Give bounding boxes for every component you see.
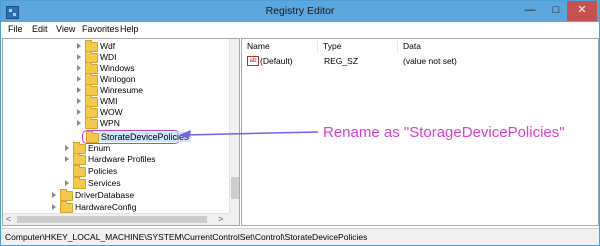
expand-arrow-icon[interactable] [77, 120, 81, 126]
registry-editor-window: Registry Editor — □ ✕ File Edit View Fav… [0, 0, 600, 246]
column-header-type[interactable]: Type [318, 41, 398, 53]
expand-arrow-icon[interactable] [52, 204, 56, 210]
folder-icon [73, 165, 86, 177]
string-value-icon: ab [247, 56, 259, 66]
tree-item-label: DriverDatabase [75, 190, 135, 200]
folder-icon [86, 131, 99, 143]
tree-item-label: Services [88, 178, 121, 188]
tree-item-label: Winlogon [100, 74, 136, 84]
column-header-name[interactable]: Name [242, 41, 318, 53]
tree-item-label: Hardware Profiles [88, 154, 156, 164]
tree-item-label: WDI [100, 52, 117, 62]
expand-arrow-icon[interactable] [65, 145, 69, 151]
folder-icon [85, 117, 98, 129]
maximize-button[interactable]: □ [543, 1, 569, 21]
registry-tree-pane[interactable]: Wdf WDI Windows Winlogon Winresume WMI W… [2, 38, 240, 226]
title-bar[interactable]: Registry Editor — □ ✕ [1, 1, 599, 22]
tree-item-label: Enum [88, 143, 111, 153]
tree-horizontal-scroll-thumb[interactable] [17, 216, 207, 223]
expand-arrow-icon[interactable] [65, 180, 69, 186]
tree-item-label: WPN [100, 118, 120, 128]
value-name: (Default) [260, 56, 293, 66]
value-type: REG_SZ [324, 56, 359, 66]
minimize-button[interactable]: — [517, 1, 543, 21]
scroll-left-arrow-icon[interactable]: < [6, 214, 11, 225]
expand-arrow-icon[interactable] [77, 87, 81, 93]
tree-item-label: WMI [100, 96, 118, 106]
menu-bar: File Edit View Favorites Help [1, 22, 599, 37]
tree-vertical-scrollbar[interactable] [229, 39, 239, 213]
expand-arrow-icon[interactable] [77, 98, 81, 104]
status-bar: Computer\HKEY_LOCAL_MACHINE\SYSTEM\Curre… [1, 228, 599, 245]
menu-help[interactable]: Help [120, 24, 139, 34]
folder-icon [73, 153, 86, 165]
tree-item-label: Windows [100, 63, 135, 73]
close-button[interactable]: ✕ [567, 1, 597, 21]
value-row[interactable]: ab (Default) REG_SZ (value not set) [242, 56, 592, 68]
expand-arrow-icon[interactable] [52, 192, 56, 198]
tree-item-label: Policies [88, 166, 118, 176]
tree-vertical-scroll-thumb[interactable] [231, 177, 239, 199]
tree-item-storatedevicepolicies[interactable]: StorateDevicePolicies [82, 130, 191, 144]
menu-view[interactable]: View [56, 24, 75, 34]
expand-arrow-icon[interactable] [65, 156, 69, 162]
expand-arrow-icon[interactable] [77, 43, 81, 49]
scrollbar-corner [229, 213, 239, 225]
menu-favorites[interactable]: Favorites [82, 24, 119, 34]
column-header-data[interactable]: Data [398, 41, 518, 53]
menu-edit[interactable]: Edit [32, 24, 48, 34]
expand-arrow-icon[interactable] [77, 76, 81, 82]
annotation-text: Rename as "StorageDevicePolicies" [323, 124, 565, 141]
expand-arrow-icon[interactable] [77, 54, 81, 60]
folder-icon [73, 177, 86, 189]
tree-item-label: WOW [100, 107, 123, 117]
menu-file[interactable]: File [8, 24, 23, 34]
scroll-right-arrow-icon[interactable]: > [218, 214, 223, 225]
window-title: Registry Editor [265, 5, 335, 17]
tree-item-label: Winresume [100, 85, 143, 95]
expand-arrow-icon[interactable] [77, 109, 81, 115]
tree-item-label: HardwareConfig [75, 202, 137, 212]
tree-horizontal-scrollbar[interactable]: < > [3, 213, 229, 225]
tree-item-label: StorateDevicePolicies [99, 132, 191, 142]
registry-path-text: Computer\HKEY_LOCAL_MACHINE\SYSTEM\Curre… [5, 232, 368, 242]
value-data: (value not set) [403, 56, 457, 66]
folder-icon [60, 201, 73, 213]
folder-icon [60, 189, 73, 201]
expand-arrow-icon[interactable] [77, 65, 81, 71]
tree-item-label: Wdf [100, 41, 116, 51]
